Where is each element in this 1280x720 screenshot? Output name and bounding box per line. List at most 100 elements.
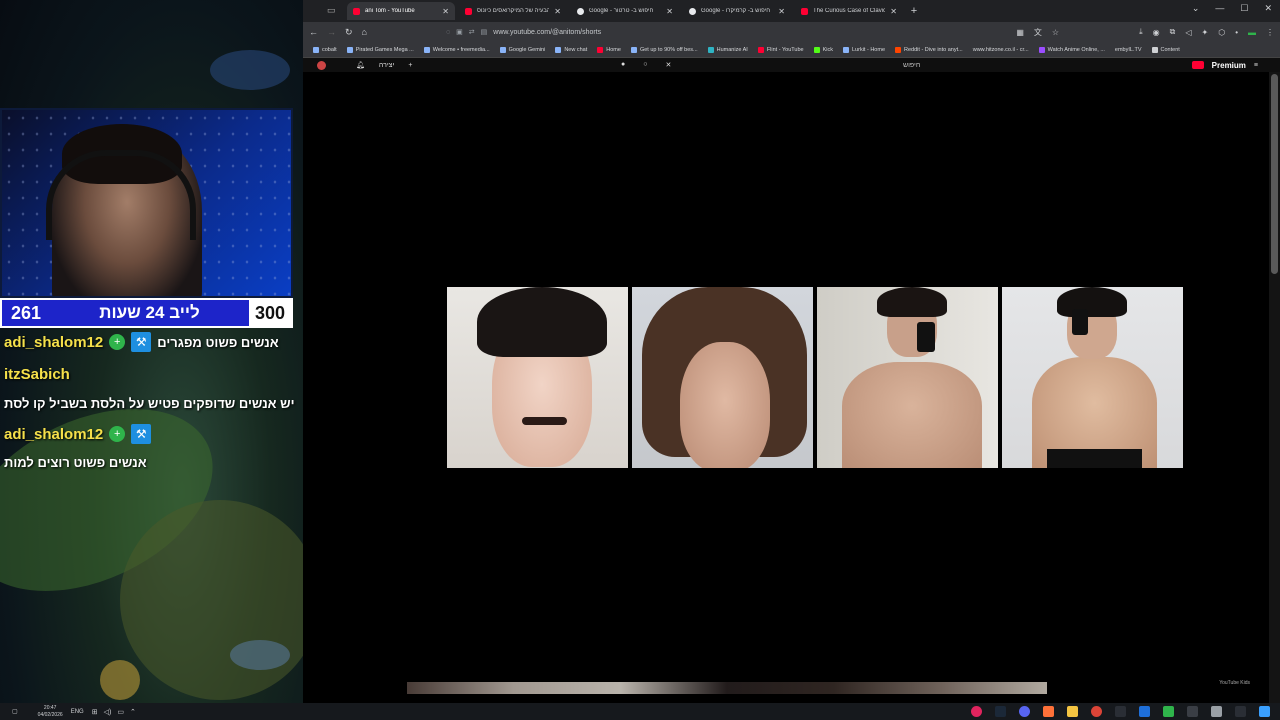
close-icon[interactable]: ✕ — [442, 7, 449, 16]
star-icon[interactable]: ☆ — [1052, 28, 1059, 37]
extension-dot-icon[interactable]: • — [1235, 28, 1238, 37]
notifications-icon[interactable]: 🔔︎ — [356, 61, 365, 69]
extensions-icon[interactable]: ⧉ — [1170, 27, 1176, 37]
home-icon[interactable]: ⌂ — [362, 27, 367, 37]
close-window-icon[interactable]: ✕ — [1264, 3, 1272, 14]
create-plus-icon[interactable]: + — [408, 62, 412, 69]
steam-icon[interactable] — [995, 706, 1006, 717]
tab-search-icon[interactable]: ▭ — [327, 5, 336, 16]
tab-curious-case[interactable]: The Curious Case of Clavicular ✕ — [795, 2, 903, 20]
app-icon[interactable] — [1115, 706, 1126, 717]
account-icon[interactable]: ◉ — [1153, 28, 1160, 37]
search-input[interactable]: חיפוש — [903, 62, 920, 69]
tab-google-2[interactable]: Google - חיפוש ב- קרמיקרו ✕ — [683, 2, 791, 20]
back-icon[interactable]: ← — [309, 27, 318, 37]
bookmark[interactable]: Home — [597, 46, 621, 53]
download-icon[interactable]: ⤓ — [1139, 27, 1143, 37]
photo-card[interactable] — [447, 287, 628, 468]
volume-icon[interactable]: ◁ — [1185, 28, 1191, 37]
tab-youtube-anitom[interactable]: ani Tom - YouTube ✕ — [347, 2, 455, 20]
page-scrollbar[interactable] — [1269, 72, 1280, 703]
reader-icon[interactable]: ▤ — [481, 28, 488, 36]
xbox-icon[interactable] — [1163, 706, 1174, 717]
bookmark[interactable]: Welcome • freemedia... — [423, 46, 490, 53]
discord-icon[interactable] — [1019, 706, 1030, 717]
tab-youtube-2[interactable]: הבעיה של המיקרואסים כיונוס ✕ — [459, 2, 567, 20]
notification-icon[interactable]: ▢ — [12, 708, 18, 715]
browser-app-icon[interactable] — [1043, 706, 1054, 717]
bookmark[interactable]: Reddit - Dive into anyt... — [895, 46, 963, 53]
close-icon[interactable]: ✕ — [666, 7, 673, 16]
app-icon[interactable] — [1139, 706, 1150, 717]
browser-window: ▭ ani Tom - YouTube ✕ הבעיה של המיקרואסי… — [303, 0, 1280, 703]
shield-icon[interactable]: ◌ — [446, 29, 450, 36]
bookmark-icon — [499, 46, 506, 53]
address-bar[interactable]: ◌ ▣ ⇄ ▤ www.youtube.com/@anitom/shorts — [446, 28, 601, 37]
tab-list-icon[interactable]: ⌄ — [1192, 3, 1200, 14]
youtube-logo-icon[interactable] — [1191, 61, 1204, 69]
lock-icon[interactable]: ▣ — [456, 28, 463, 36]
microphone-icon[interactable]: ● — [621, 61, 625, 69]
bookmark[interactable]: embyIL.TV — [1115, 47, 1142, 53]
vpn-icon[interactable]: ⬡ — [1218, 28, 1225, 37]
reload-icon[interactable]: ↻ — [345, 27, 353, 38]
photo-card[interactable] — [817, 287, 998, 468]
extension-icon[interactable]: ✦ — [1202, 28, 1209, 37]
file-explorer-icon[interactable] — [1067, 706, 1078, 717]
bookmark[interactable]: Flint - YouTube — [757, 46, 804, 53]
app-icon[interactable] — [1187, 706, 1198, 717]
bookmark[interactable]: Get up to 90% off bes... — [630, 46, 698, 53]
chevron-up-icon[interactable]: ⌃ — [130, 708, 136, 716]
tab-label: Google - חיפוש ב- קרמיקרו — [701, 8, 771, 14]
store-icon[interactable] — [1211, 706, 1222, 717]
language-indicator[interactable]: ENG — [71, 709, 84, 715]
shorts-thumbnail-strip[interactable] — [407, 682, 1047, 694]
new-tab-button[interactable]: + — [907, 5, 921, 17]
search-icon[interactable] — [1235, 706, 1246, 717]
bookmark[interactable]: Kick — [813, 46, 833, 53]
bookmark[interactable]: Content — [1151, 46, 1180, 53]
chrome-icon[interactable] — [1091, 706, 1102, 717]
bookmark[interactable]: New chat — [555, 46, 587, 53]
clock[interactable]: 20:47 04/02/2026 — [38, 705, 63, 719]
bookmark[interactable]: www.hitzone.co.il - cr... — [973, 47, 1029, 53]
bookmark[interactable]: Google Gemini — [499, 46, 545, 53]
minimize-icon[interactable]: — — [1215, 3, 1224, 14]
close-icon[interactable]: ✕ — [554, 7, 561, 16]
subathon-counter: 261 לייב 24 שעות 300 — [0, 298, 293, 328]
bookmark-label: Get up to 90% off bes... — [639, 46, 698, 53]
battery-icon[interactable]: ▭ — [117, 708, 124, 716]
bookmark-label: Lurkit - Home — [852, 46, 886, 53]
forward-icon[interactable]: → — [327, 27, 336, 37]
close-icon[interactable]: ✕ — [778, 7, 785, 16]
speaker-icon[interactable]: ◁) — [104, 708, 112, 716]
bookmark[interactable]: Humanize AI — [707, 46, 748, 53]
tab-google-1[interactable]: Google - חיפוש ב- טרטור ✕ — [571, 2, 679, 20]
windows-start-icon[interactable] — [1259, 706, 1270, 717]
screenshot-icon[interactable]: ▦ — [1016, 28, 1024, 37]
maximize-icon[interactable]: ☐ — [1240, 3, 1248, 14]
create-button[interactable]: יצירה — [379, 62, 394, 69]
bookmark[interactable]: cobalt — [313, 46, 337, 53]
menu-icon[interactable]: ⋮ — [1266, 28, 1274, 37]
search-icon[interactable]: ○ — [643, 61, 647, 69]
bookmark-label: www.hitzone.co.il - cr... — [972, 46, 1029, 53]
bookmark[interactable]: Lurkit - Home — [843, 46, 886, 53]
bookmark[interactable]: Pirated Games Mega ... — [346, 46, 414, 53]
counter-left-number: 261 — [2, 300, 50, 326]
avatar[interactable] — [317, 60, 326, 70]
url-text[interactable]: www.youtube.com/@anitom/shorts — [493, 29, 601, 36]
bookmark[interactable]: Watch Anime Online, ... — [1038, 46, 1105, 53]
photo-card[interactable] — [1002, 287, 1183, 468]
photo-card[interactable] — [632, 287, 813, 468]
translate-icon[interactable]: 文 — [1034, 27, 1042, 38]
network-icon[interactable]: ⊞ — [92, 708, 98, 716]
media-app-icon[interactable] — [971, 706, 982, 717]
site-settings-icon[interactable]: ⇄ — [469, 28, 475, 36]
hamburger-menu-icon[interactable]: ≡ — [1254, 62, 1258, 69]
extension-green-icon[interactable]: ▬ — [1248, 28, 1256, 37]
close-icon[interactable]: ✕ — [890, 7, 897, 16]
premium-label[interactable]: Premium — [1212, 61, 1246, 70]
clear-search-icon[interactable]: ✕ — [665, 61, 671, 69]
scrollbar-thumb[interactable] — [1271, 74, 1278, 274]
